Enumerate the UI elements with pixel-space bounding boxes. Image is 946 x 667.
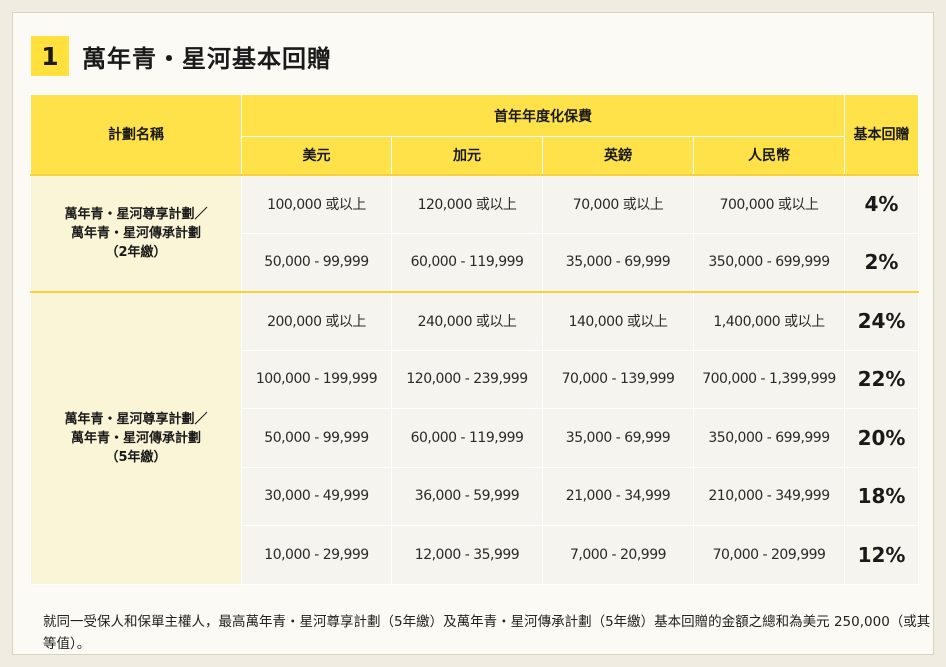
rebate-percent: 24% [844,290,919,351]
rebate-table: 計劃名稱 首年年度化保費 基本回贈 美元 加元 英鎊 人民幣 萬年青・星河尊享計… [30,94,919,585]
header-currency-gbp: 英鎊 [542,136,694,175]
premium-rmb: 210,000 - 349,999 [693,466,845,526]
rebate-percent: 20% [844,408,919,468]
table-row: 萬年青・星河尊享計劃／ 萬年青・星河傳承計劃 （2年繳） 100,000 或以上… [30,173,919,292]
premium-gbp: 70,000 - 139,999 [542,349,694,409]
section-header: 1 萬年青・星河基本回贈 [31,35,332,77]
section-number-badge: 1 [31,36,69,76]
premium-cad: 120,000 或以上 [391,173,543,234]
premium-gbp: 70,000 或以上 [542,173,694,234]
rebate-percent: 12% [844,525,919,585]
premium-gbp: 35,000 - 69,999 [542,408,694,468]
plan-line: 萬年青・星河尊享計劃／ [64,206,208,222]
rebate-card: 1 萬年青・星河基本回贈 計劃名稱 首年年度化保費 基本回贈 美元 加元 英鎊 … [12,12,934,655]
plan-line: 萬年青・星河傳承計劃 [70,225,201,241]
plan-line: 萬年青・星河尊享計劃／ [64,411,208,427]
premium-usd: 50,000 - 99,999 [241,408,392,468]
header-currency-rmb: 人民幣 [693,136,845,175]
premium-gbp: 21,000 - 34,999 [542,466,694,526]
premium-rmb: 350,000 - 699,999 [693,408,845,468]
section-title: 萬年青・星河基本回贈 [82,44,332,73]
footnote: 就同一受保人和保單主權人，最高萬年青・星河尊享計劃（5年繳）及萬年青・星河傳承計… [43,614,931,652]
premium-rmb: 700,000 或以上 [693,173,845,234]
header-first-year-premium: 首年年度化保費 [241,94,845,137]
premium-usd: 10,000 - 29,999 [241,525,392,585]
premium-rmb: 700,000 - 1,399,999 [693,349,845,409]
table-row: 萬年青・星河尊享計劃／ 萬年青・星河傳承計劃 （5年繳） 200,000 或以上… [30,290,919,585]
premium-usd: 200,000 或以上 [241,290,392,351]
premium-cad: 240,000 或以上 [391,290,543,351]
rebate-percent: 22% [844,349,919,409]
rebate-percent: 2% [844,232,919,292]
header-plan-name: 計劃名稱 [30,94,242,175]
premium-gbp: 35,000 - 69,999 [542,232,694,292]
premium-gbp: 140,000 或以上 [542,290,694,351]
premium-rmb: 1,400,000 或以上 [693,290,845,351]
plan-line: （5年繳） [105,449,167,465]
premium-cad: 120,000 - 239,999 [391,349,543,409]
header-basic-rebate: 基本回贈 [844,94,919,175]
rebate-percent: 4% [844,173,919,234]
plan-name-2yr: 萬年青・星河尊享計劃／ 萬年青・星河傳承計劃 （2年繳） [30,173,242,292]
plan-line: （2年繳） [105,244,167,260]
premium-cad: 12,000 - 35,999 [391,525,543,585]
premium-cad: 36,000 - 59,999 [391,466,543,526]
header-currency-cad: 加元 [391,136,543,175]
plan-name-5yr: 萬年青・星河尊享計劃／ 萬年青・星河傳承計劃 （5年繳） [30,290,242,585]
premium-gbp: 7,000 - 20,999 [542,525,694,585]
header-currency-usd: 美元 [241,136,392,175]
premium-usd: 30,000 - 49,999 [241,466,392,526]
premium-usd: 100,000 或以上 [241,173,392,234]
premium-rmb: 70,000 - 209,999 [693,525,845,585]
premium-usd: 100,000 - 199,999 [241,349,392,409]
premium-cad: 60,000 - 119,999 [391,408,543,468]
plan-line: 萬年青・星河傳承計劃 [70,430,201,446]
rebate-percent: 18% [844,466,919,526]
premium-usd: 50,000 - 99,999 [241,232,392,292]
premium-cad: 60,000 - 119,999 [391,232,543,292]
premium-rmb: 350,000 - 699,999 [693,232,845,292]
